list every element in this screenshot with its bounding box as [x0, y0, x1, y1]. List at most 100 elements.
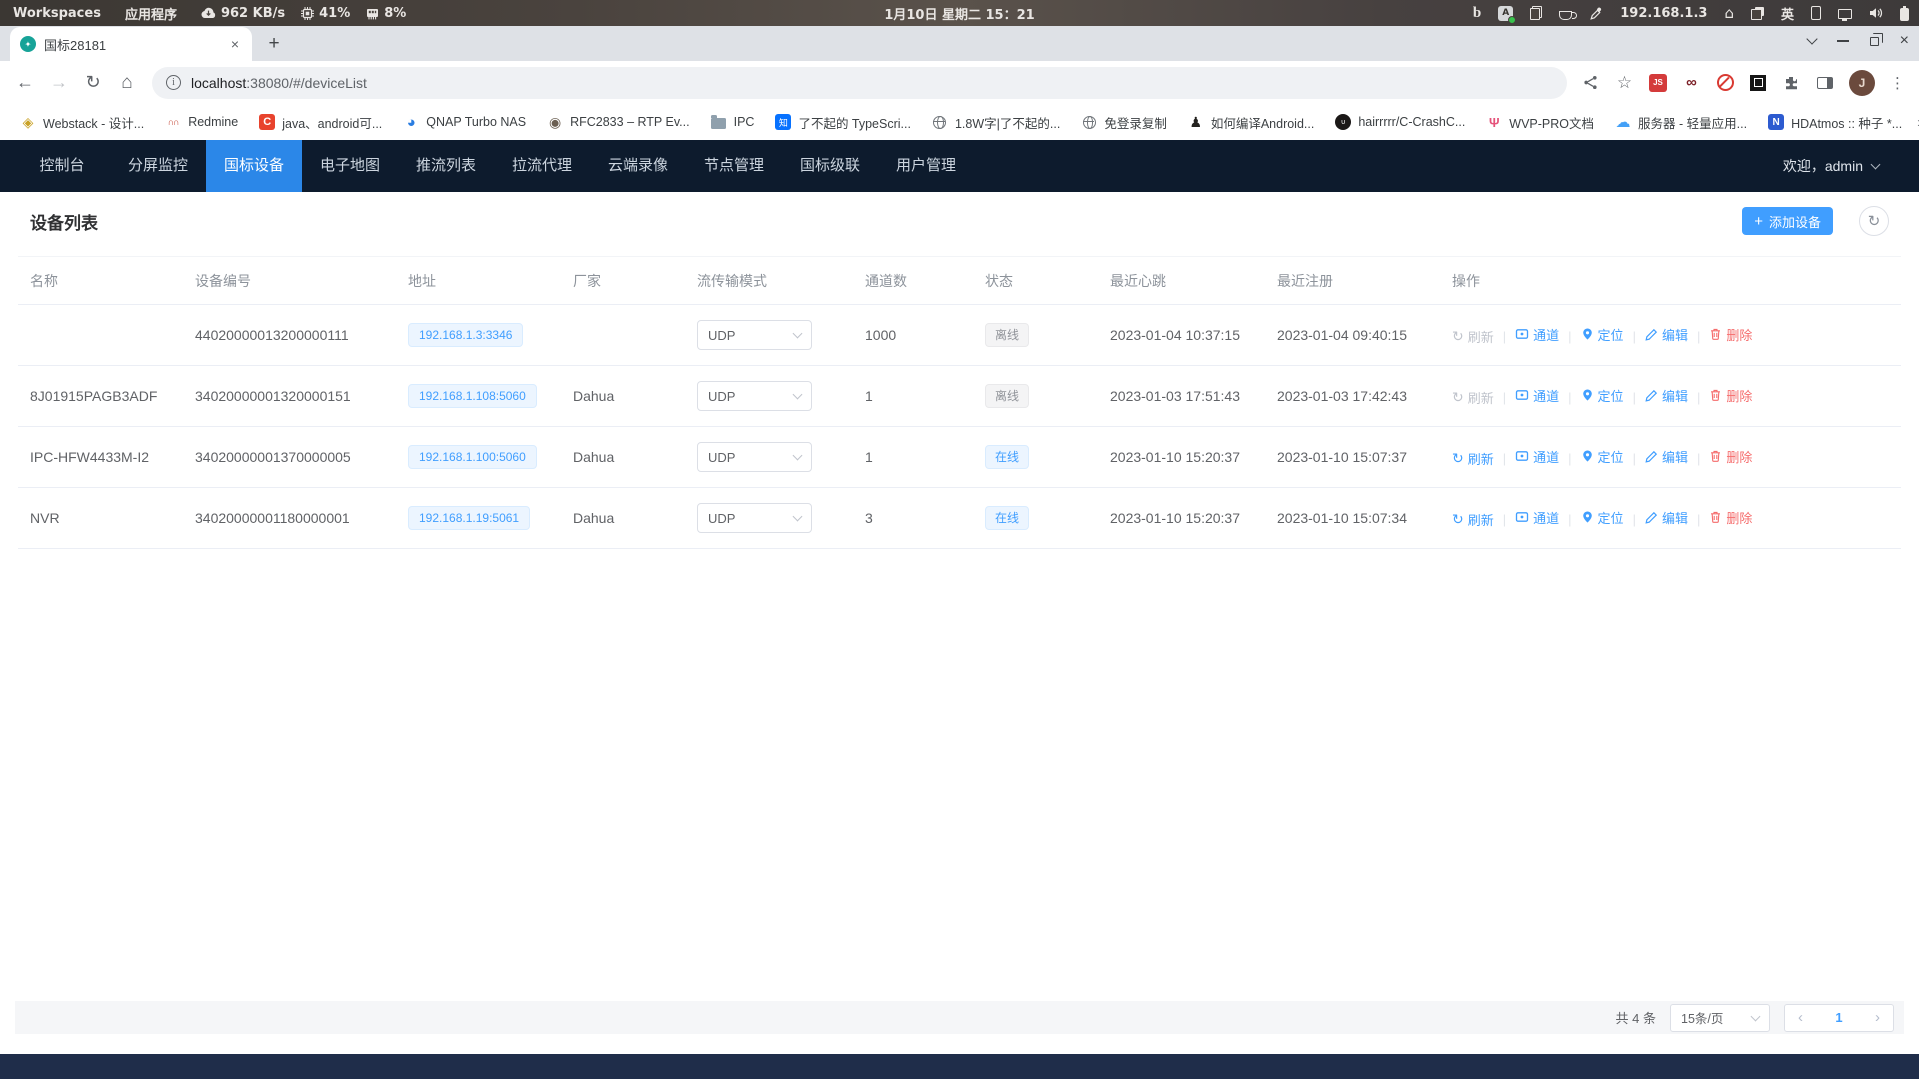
window-minimize-button[interactable]: [1837, 40, 1849, 42]
stream-mode-select[interactable]: UDP: [697, 381, 812, 411]
bookmark-qnap[interactable]: ◕QNAP Turbo NAS: [397, 114, 532, 130]
cell-name: IPC-HFW4433M-I2: [18, 427, 183, 488]
bookmark-github[interactable]: ∪hairrrrr/C-CrashC...: [1329, 114, 1471, 130]
action-edit[interactable]: 编辑: [1645, 325, 1688, 344]
action-edit[interactable]: 编辑: [1645, 447, 1688, 466]
cell-operations: ↻刷新|通道|定位|编辑|删除: [1440, 305, 1901, 366]
network-speed-indicator[interactable]: 962 KB/s: [201, 6, 285, 21]
action-refresh[interactable]: ↻刷新: [1452, 449, 1494, 468]
reload-button[interactable]: ↻: [76, 66, 110, 100]
next-page-button[interactable]: ›: [1875, 1010, 1880, 1025]
applications-button[interactable]: 应用程序: [125, 4, 177, 23]
screen-rotation-icon[interactable]: [1811, 6, 1821, 20]
prev-page-button[interactable]: ‹: [1798, 1010, 1803, 1025]
action-delete[interactable]: 删除: [1709, 386, 1752, 405]
nav-item-emap[interactable]: 电子地图: [302, 140, 398, 192]
bookmark-csdn[interactable]: Cjava、android可...: [253, 113, 388, 132]
browser-home-button[interactable]: ⌂: [110, 66, 144, 100]
back-button[interactable]: ←: [8, 66, 42, 100]
action-delete[interactable]: 删除: [1709, 447, 1752, 466]
bookmark-redmine[interactable]: ∩∩Redmine: [159, 114, 244, 130]
nav-item-pull-proxy[interactable]: 拉流代理: [494, 140, 590, 192]
window-restore-button[interactable]: [1870, 37, 1879, 46]
refresh-list-button[interactable]: ↻: [1859, 206, 1889, 236]
browser-tab[interactable]: ✦ 国标28181 ×: [10, 27, 252, 61]
site-info-icon[interactable]: i: [166, 75, 181, 90]
coffee-cup-icon[interactable]: [1559, 11, 1572, 20]
profile-avatar[interactable]: J: [1849, 70, 1875, 96]
nav-item-gb-devices[interactable]: 国标设备: [206, 140, 302, 192]
new-tab-button[interactable]: +: [260, 30, 288, 58]
user-menu[interactable]: 欢迎，admin: [1783, 140, 1879, 192]
workspace-switcher-icon[interactable]: [1751, 7, 1764, 20]
action-channel[interactable]: 通道: [1515, 386, 1559, 405]
nav-item-push-list[interactable]: 推流列表: [398, 140, 494, 192]
workspaces-button[interactable]: Workspaces: [13, 6, 101, 21]
action-refresh[interactable]: ↻刷新: [1452, 388, 1494, 407]
cpu-usage-indicator[interactable]: 41%: [301, 6, 350, 21]
memory-usage-indicator[interactable]: 8%: [366, 6, 406, 21]
input-method-indicator[interactable]: 英: [1781, 4, 1794, 23]
action-delete[interactable]: 删除: [1709, 508, 1752, 527]
screenshot-app-icon[interactable]: A: [1498, 6, 1513, 21]
tab-close-icon[interactable]: ×: [226, 35, 244, 53]
extension-adblock-icon[interactable]: [1716, 73, 1735, 92]
volume-icon[interactable]: [1869, 7, 1883, 19]
action-edit[interactable]: 编辑: [1645, 386, 1688, 405]
extension-proxy-icon[interactable]: ∞: [1682, 73, 1701, 92]
nav-item-node-mgmt[interactable]: 节点管理: [686, 140, 782, 192]
stream-mode-select[interactable]: UDP: [697, 442, 812, 472]
bing-icon[interactable]: b: [1473, 6, 1481, 21]
battery-icon[interactable]: [1900, 8, 1909, 21]
layers-icon: ◈: [20, 114, 36, 130]
action-edit[interactable]: 编辑: [1645, 508, 1688, 527]
current-page-number[interactable]: 1: [1835, 1010, 1842, 1025]
bookmark-zhihu[interactable]: 知了不起的 TypeScri...: [769, 113, 917, 132]
action-refresh[interactable]: ↻刷新: [1452, 510, 1494, 529]
extensions-puzzle-icon[interactable]: [1781, 73, 1800, 92]
action-channel[interactable]: 通道: [1515, 508, 1559, 527]
action-locate[interactable]: 定位: [1581, 508, 1624, 527]
nav-item-console[interactable]: 控制台: [14, 140, 110, 192]
action-refresh[interactable]: ↻刷新: [1452, 327, 1494, 346]
action-locate[interactable]: 定位: [1581, 447, 1624, 466]
bookmark-folder-ipc[interactable]: IPC: [705, 114, 761, 130]
action-channel[interactable]: 通道: [1515, 447, 1559, 466]
home-icon[interactable]: ⌂: [1724, 4, 1734, 22]
browser-menu-icon[interactable]: ⋮: [1890, 74, 1905, 92]
extension-darkmode-icon[interactable]: [1750, 75, 1766, 91]
bookmark-wvp-docs[interactable]: ΨWVP-PRO文档: [1480, 113, 1600, 132]
stream-mode-select[interactable]: UDP: [697, 503, 812, 533]
display-icon[interactable]: [1838, 9, 1852, 19]
stream-mode-select[interactable]: UDP: [697, 320, 812, 350]
nav-item-user-mgmt[interactable]: 用户管理: [878, 140, 974, 192]
page-size-select[interactable]: 15条/页: [1670, 1004, 1770, 1032]
nav-item-cloud-record[interactable]: 云端录像: [590, 140, 686, 192]
ip-address-indicator[interactable]: 192.168.1.3: [1620, 6, 1707, 21]
extension-js-icon[interactable]: JS: [1649, 74, 1667, 92]
bookmark-webstack[interactable]: ◈Webstack - 设计...: [14, 113, 150, 132]
bookmark-article[interactable]: 1.8W字|了不起的...: [926, 113, 1066, 132]
action-delete[interactable]: 删除: [1709, 325, 1752, 344]
bookmark-rfc2833[interactable]: ◉RFC2833 – RTP Ev...: [541, 114, 696, 130]
action-locate[interactable]: 定位: [1581, 325, 1624, 344]
add-device-button[interactable]: +添加设备: [1742, 207, 1833, 235]
bookmark-star-icon[interactable]: ☆: [1615, 73, 1634, 92]
window-close-button[interactable]: ×: [1900, 33, 1909, 49]
bookmark-cloud-server[interactable]: ☁服务器 - 轻量应用...: [1609, 113, 1753, 132]
forward-button[interactable]: →: [42, 66, 76, 100]
clock[interactable]: 1月10日 星期二 15：21: [884, 4, 1034, 23]
bookmark-hdatmos[interactable]: NHDAtmos :: 种子 *...: [1762, 113, 1908, 132]
color-picker-icon[interactable]: [1589, 6, 1603, 20]
nav-item-split-monitor[interactable]: 分屏监控: [110, 140, 206, 192]
nav-item-gb-cascade[interactable]: 国标级联: [782, 140, 878, 192]
side-panel-icon[interactable]: [1815, 73, 1834, 92]
bookmark-android-compile[interactable]: ♟如何编译Android...: [1182, 113, 1321, 132]
action-locate[interactable]: 定位: [1581, 386, 1624, 405]
bookmark-nologin-copy[interactable]: 免登录复制: [1075, 113, 1173, 132]
address-bar[interactable]: i localhost:38080/#/deviceList: [152, 67, 1567, 99]
tab-search-chevron-icon[interactable]: [1806, 33, 1817, 44]
action-channel[interactable]: 通道: [1515, 325, 1559, 344]
clipboard-icon[interactable]: [1530, 6, 1542, 20]
share-icon[interactable]: [1581, 73, 1600, 92]
